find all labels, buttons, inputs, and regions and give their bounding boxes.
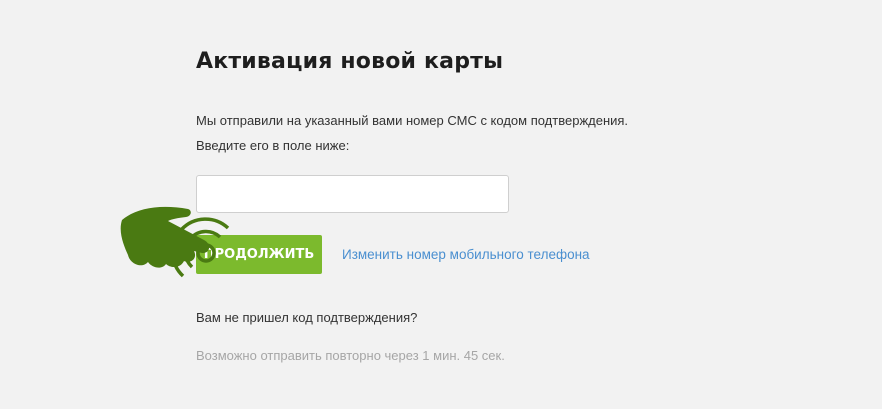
instruction-line-1: Мы отправили на указанный вами номер СМС… [196, 113, 629, 128]
sms-code-input[interactable] [196, 175, 509, 213]
main-content: Активация новой карты [196, 46, 796, 78]
change-phone-link[interactable]: Изменить номер мобильного телефона [342, 246, 590, 264]
continue-button[interactable]: ПРОДОЛЖИТЬ [196, 235, 322, 274]
page-title: Активация новой карты [196, 49, 504, 74]
instructions: Мы отправили на указанный вами номер СМС… [196, 108, 628, 158]
instruction-line-2: Введите его в поле ниже: [196, 138, 350, 153]
no-code-question: Вам не пришел код подтверждения? [196, 310, 418, 325]
resend-countdown: Возможно отправить повторно через 1 мин.… [196, 348, 505, 363]
